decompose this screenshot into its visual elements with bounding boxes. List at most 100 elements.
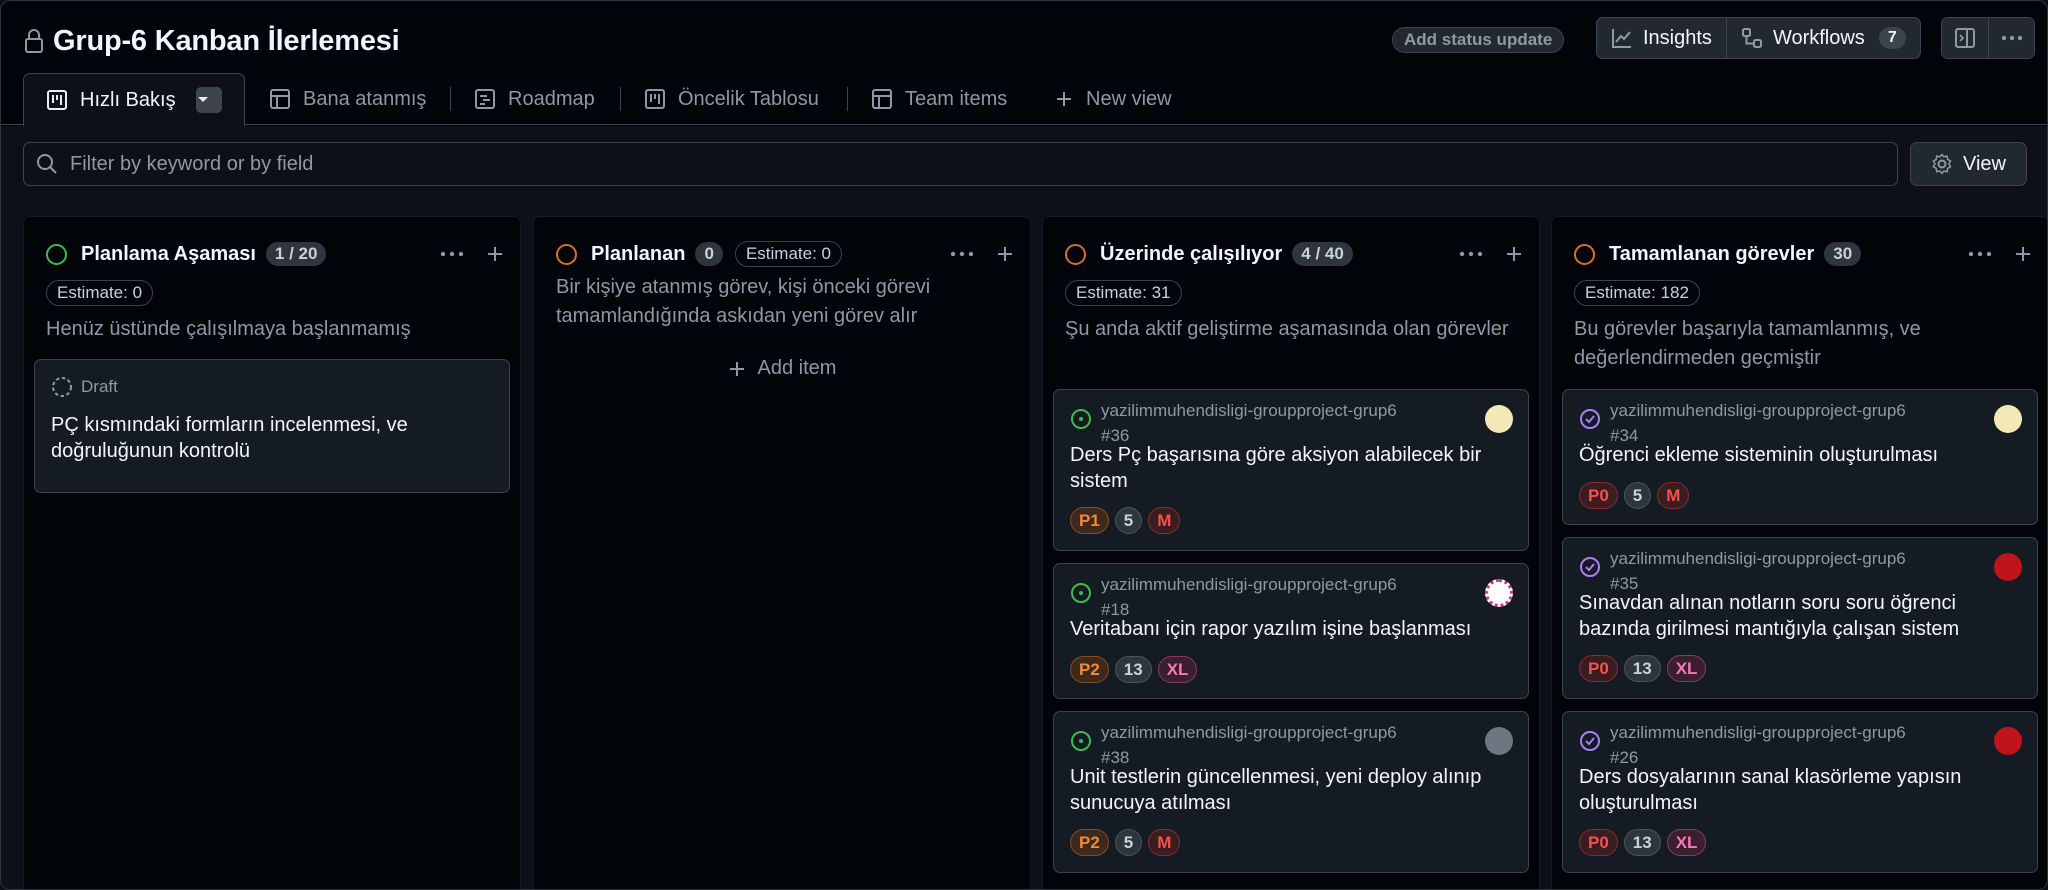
- issue-repo: yazilimmuhendisligi-groupproject-grup6 #2…: [1610, 723, 1906, 767]
- kebab-horizontal-icon[interactable]: [1968, 251, 1992, 257]
- avatar[interactable]: [1994, 553, 2022, 581]
- tab-options-button[interactable]: [195, 87, 222, 113]
- points-label: 13: [1623, 829, 1661, 856]
- points-label: 13: [1114, 656, 1152, 683]
- tab-roadmap[interactable]: Roadmap: [474, 73, 595, 125]
- column-planlama-asamasi: Planlama Aşaması 1 / 20 Estimate: 0 Henü…: [23, 216, 521, 889]
- priority-label: P0: [1579, 482, 1618, 509]
- plus-icon[interactable]: [996, 245, 1014, 263]
- draft-card[interactable]: Draft PÇ kısmındaki formların incelenmes…: [34, 359, 510, 493]
- gear-icon: [1932, 153, 1952, 175]
- tab-hizli-bakis[interactable]: Hızlı Bakış: [23, 73, 245, 126]
- issue-card[interactable]: yazilimmuhendisligi-groupproject-grup6 #3…: [1562, 389, 2038, 525]
- estimate-badge: Estimate: 0: [46, 280, 154, 306]
- card-labels: P2 13 XL: [1070, 656, 1198, 683]
- add-item-label: Add item: [757, 357, 837, 379]
- kebab-horizontal-icon[interactable]: [1459, 251, 1483, 257]
- insights-button[interactable]: Insights: [1597, 18, 1726, 58]
- size-label: M: [1148, 829, 1181, 856]
- add-status-update-button[interactable]: Add status update: [1392, 27, 1565, 53]
- status-circle-icon: [556, 243, 577, 265]
- card-title[interactable]: Öğrenci ekleme sisteminin oluşturulması: [1579, 442, 2007, 468]
- page-title: Grup-6 Kanban İlerlemesi: [53, 24, 400, 57]
- issue-repo: yazilimmuhendisligi-groupproject-grup6 #1…: [1101, 575, 1397, 619]
- draft-text: Draft: [81, 377, 118, 396]
- status-circle-icon: [1065, 243, 1086, 265]
- tab-label: New view: [1086, 87, 1172, 110]
- card-title[interactable]: Veritabanı için rapor yazılım işine başl…: [1070, 616, 1498, 642]
- column-count: 0: [695, 242, 723, 266]
- plus-icon[interactable]: [2014, 245, 2032, 263]
- column-name: Planlanan: [591, 242, 686, 265]
- status-circle-icon: [1574, 243, 1595, 265]
- kebab-horizontal-icon[interactable]: [950, 251, 974, 257]
- add-item-button[interactable]: Add item: [534, 357, 1030, 380]
- column-count: 30: [1824, 242, 1862, 266]
- column-description: Şu anda aktif geliştirme aşamasında olan…: [1065, 318, 1509, 340]
- tab-bana-atanmis[interactable]: Bana atanmış: [269, 73, 426, 125]
- column-description: Bir kişiye atanmış görev, kişi önceki gö…: [556, 276, 931, 327]
- side-panel-button[interactable]: [1942, 18, 1988, 58]
- plus-icon: [1057, 92, 1071, 106]
- card-labels: P0 13 XL: [1579, 655, 1707, 682]
- avatar[interactable]: [1994, 405, 2022, 433]
- card-title[interactable]: Unit testlerin güncellenmesi, yeni deplo…: [1070, 764, 1498, 816]
- view-label: View: [1963, 152, 2006, 175]
- draft-label: Draft: [51, 376, 118, 398]
- tab-label: Hızlı Bakış: [80, 88, 176, 111]
- column-actions: [1459, 245, 1523, 263]
- issue-card[interactable]: yazilimmuhendisligi-groupproject-grup6 #1…: [1053, 563, 1529, 699]
- roadmap-icon: [475, 89, 495, 109]
- more-options-button[interactable]: [1988, 18, 2034, 58]
- tab-label: Team items: [905, 87, 1008, 110]
- kebab-horizontal-icon[interactable]: [440, 251, 464, 257]
- triangle-down-icon: [197, 97, 208, 102]
- issue-repo: yazilimmuhendisligi-groupproject-grup6 #3…: [1610, 401, 1906, 445]
- new-view-button[interactable]: New view: [1054, 73, 1172, 125]
- issue-repo: yazilimmuhendisligi-groupproject-grup6 #3…: [1101, 723, 1397, 767]
- size-label: M: [1148, 507, 1181, 534]
- issue-card[interactable]: yazilimmuhendisligi-groupproject-grup6 #2…: [1562, 711, 2038, 873]
- column-description: Bu görevler başarıyla tamamlanmış, ve de…: [1574, 318, 1921, 369]
- tab-label: Bana atanmış: [303, 87, 427, 110]
- size-label: XL: [1666, 655, 1707, 682]
- board-icon: [47, 90, 67, 110]
- avatar[interactable]: [1485, 727, 1513, 755]
- issue-card[interactable]: yazilimmuhendisligi-groupproject-grup6 #3…: [1562, 537, 2038, 699]
- card-labels: P2 5 M: [1070, 829, 1181, 856]
- plus-icon[interactable]: [486, 245, 504, 263]
- tab-oncelik-tablosu[interactable]: Öncelik Tablosu: [644, 73, 819, 125]
- column-name: Tamamlanan görevler: [1609, 242, 1815, 265]
- board-icon: [645, 89, 665, 109]
- column-planlanan: Planlanan 0 Estimate: 0 Bir kişiye atanm…: [533, 216, 1031, 889]
- plus-icon[interactable]: [1505, 245, 1523, 263]
- card-title[interactable]: Ders dosyalarının sanal klasörleme yapıs…: [1579, 764, 2007, 816]
- issue-card[interactable]: yazilimmuhendisligi-groupproject-grup6 #3…: [1053, 711, 1529, 873]
- filter-bar: [23, 142, 1898, 186]
- points-label: 5: [1114, 829, 1143, 856]
- estimate-badge: Estimate: 0: [734, 241, 842, 267]
- tab-label: Roadmap: [508, 87, 595, 110]
- tab-team-items[interactable]: Team items: [871, 73, 1007, 125]
- view-button[interactable]: View: [1910, 142, 2027, 186]
- header-icon-group: [1941, 17, 2035, 59]
- workflows-button[interactable]: Workflows 7: [1725, 18, 1920, 58]
- points-label: 5: [1114, 507, 1143, 534]
- column-name: Üzerinde çalışılıyor: [1100, 242, 1283, 265]
- issue-opened-icon: [1071, 583, 1091, 603]
- issue-closed-icon: [1580, 731, 1600, 751]
- tab-divider: [847, 87, 848, 111]
- card-title[interactable]: Sınavdan alınan notların soru soru öğren…: [1579, 590, 2007, 642]
- card-title[interactable]: Ders Pç başarısına göre aksiyon alabilec…: [1070, 442, 1498, 494]
- issue-card[interactable]: yazilimmuhendisligi-groupproject-grup6 #3…: [1053, 389, 1529, 551]
- header-button-group: Insights Workflows 7: [1596, 17, 1921, 59]
- avatar[interactable]: [1994, 727, 2022, 755]
- avatar[interactable]: [1485, 405, 1513, 433]
- size-label: XL: [1157, 656, 1198, 683]
- filter-input[interactable]: [70, 152, 1897, 176]
- view-tabs: Hızlı Bakış Bana atanmış Roadmap Öncelik…: [1, 73, 2047, 126]
- estimate-badge: Estimate: 182: [1574, 280, 1700, 306]
- priority-label: P2: [1070, 829, 1109, 856]
- avatar[interactable]: [1485, 579, 1513, 607]
- column-count: 4 / 40: [1292, 242, 1353, 266]
